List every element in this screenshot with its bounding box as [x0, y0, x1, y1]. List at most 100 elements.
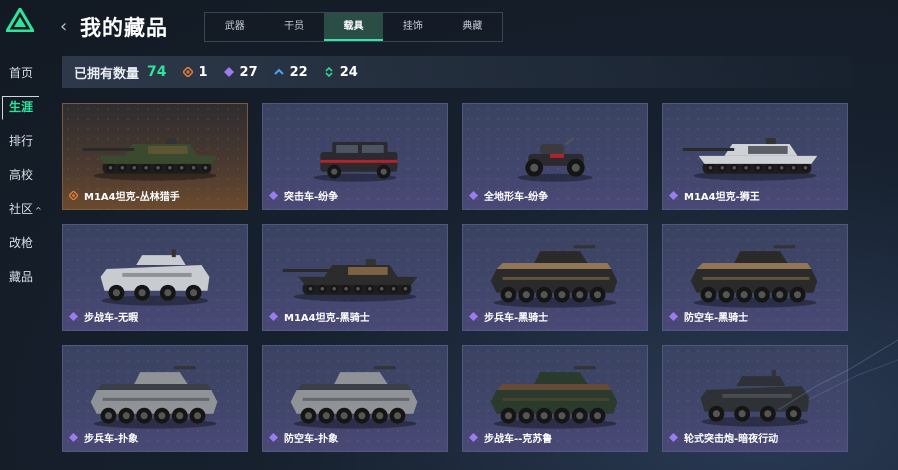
blue-chevron-icon [273, 68, 284, 75]
purple-diamond-icon [669, 191, 678, 200]
vehicle-label: 步战车-无暇 [69, 309, 138, 324]
vehicle-label: M1A4坦克-黑骑士 [269, 309, 370, 324]
vehicle-name: M1A4坦克-黑骑士 [284, 313, 370, 324]
rarity-count-value: 1 [198, 64, 208, 80]
rarity-count-value: 24 [339, 64, 358, 80]
purple-diamond-icon [69, 433, 78, 442]
tab-operators[interactable]: 干员 [264, 13, 323, 41]
vehicle-name: M1A4坦克-狮王 [684, 192, 760, 203]
vehicle-name: 防空车-黑骑士 [684, 313, 749, 324]
vehicle-card[interactable]: 步战车--克苏鲁 [462, 345, 648, 452]
purple-diamond-icon [669, 433, 678, 442]
chevron-left-icon[interactable]: ‹ [60, 16, 67, 37]
chevron-up-icon: ^ [35, 206, 42, 215]
purple-diamond-icon [469, 191, 478, 200]
purple-diamond-icon [269, 433, 278, 442]
vehicle-image [700, 370, 810, 427]
rarity-count-value: 22 [289, 64, 308, 80]
vehicle-name: 步兵车-扑象 [84, 434, 139, 445]
orange-diamond-icon [69, 191, 78, 200]
vehicle-name: 防空车-扑象 [284, 434, 339, 445]
vehicle-label: 防空车-黑骑士 [669, 309, 748, 324]
vehicle-label: 全地形车-纷争 [469, 188, 548, 203]
purple-diamond-icon [69, 312, 78, 321]
sidebar-item-collection[interactable]: 藏品 [0, 264, 44, 290]
vehicle-name: 步战车-无暇 [84, 313, 139, 324]
rarity-count-value: 27 [239, 64, 258, 80]
rarity-count-blue: 22 [273, 64, 308, 80]
vehicle-image [517, 137, 593, 182]
rarity-count-orange: 1 [182, 64, 208, 80]
vehicle-name: 步战车--克苏鲁 [484, 434, 553, 445]
sidebar-item-label: 藏品 [9, 270, 34, 284]
vehicle-label: 防空车-扑象 [269, 430, 338, 445]
owned-count-label: 已拥有数量 [74, 66, 140, 82]
vehicle-name: 突击车-纷争 [284, 192, 339, 203]
purple-diamond-icon [269, 312, 278, 321]
vehicle-name: 全地形车-纷争 [484, 192, 549, 203]
vehicle-label: 轮式突击炮-暗夜行动 [669, 430, 778, 445]
vehicle-image [690, 245, 818, 308]
sidebar-item-university[interactable]: 高校 [0, 162, 44, 188]
sidebar-item-home[interactable]: 首页 [0, 60, 44, 86]
tab-vehicles[interactable]: 载具 [323, 13, 384, 41]
sidebar-item-label: 生涯 [9, 100, 34, 114]
sidebar-nav: 首页 生涯 排行 高校 社区 ^ 改枪 藏品 [0, 60, 44, 298]
vehicle-image [290, 366, 418, 429]
sidebar-item-label: 排行 [9, 134, 34, 148]
purple-diamond-icon [469, 433, 478, 442]
orange-diamond-icon [182, 67, 193, 77]
sidebar-item-career[interactable]: 生涯 [0, 94, 44, 120]
vehicle-card[interactable]: 步兵车-扑象 [62, 345, 248, 452]
vehicle-name: 轮式突击炮-暗夜行动 [684, 434, 779, 445]
purple-diamond-icon [223, 67, 234, 77]
vehicle-card[interactable]: M1A4坦克-丛林猎手 [62, 103, 248, 210]
app-logo-icon[interactable] [6, 8, 34, 32]
vehicle-card[interactable]: 防空车-黑骑士 [662, 224, 848, 331]
tab-weapons[interactable]: 武器 [205, 13, 264, 41]
vehicle-card[interactable]: 轮式突击炮-暗夜行动 [662, 345, 848, 452]
vehicle-image [100, 249, 210, 306]
vehicle-image [682, 138, 818, 181]
purple-diamond-icon [469, 312, 478, 321]
tab-charms[interactable]: 挂饰 [383, 13, 442, 41]
vehicle-image [82, 138, 218, 181]
page-title: 我的藏品 [80, 16, 168, 40]
vehicle-label: M1A4坦克-狮王 [669, 188, 760, 203]
vehicle-label: 突击车-纷争 [269, 188, 338, 203]
sidebar-item-label: 社区 [9, 202, 34, 216]
vehicle-card[interactable]: M1A4坦克-黑骑士 [262, 224, 448, 331]
vehicle-label: M1A4坦克-丛林猎手 [69, 188, 180, 203]
purple-diamond-icon [669, 312, 678, 321]
rarity-count-purple: 27 [223, 64, 258, 80]
vehicle-label: 步兵车-黑骑士 [469, 309, 548, 324]
green-arrows-icon [325, 67, 333, 77]
owned-count-bar: 已拥有数量 74 1 27 22 24 [62, 56, 851, 88]
vehicle-grid: M1A4坦克-丛林猎手 突击车-纷争 全地形车-纷争 M1A4坦克-狮王 步战车… [62, 103, 850, 452]
owned-count-total: 74 [147, 64, 167, 80]
vehicle-name: 步兵车-黑骑士 [484, 313, 549, 324]
sidebar-item-ranking[interactable]: 排行 [0, 128, 44, 154]
category-tabs: 武器 干员 载具 挂饰 典藏 [204, 12, 503, 42]
vehicle-card[interactable]: 突击车-纷争 [262, 103, 448, 210]
vehicle-card[interactable]: 步战车-无暇 [62, 224, 248, 331]
vehicle-name: M1A4坦克-丛林猎手 [84, 192, 180, 203]
vehicle-image [282, 259, 418, 302]
vehicle-card[interactable]: 步兵车-黑骑士 [462, 224, 648, 331]
sidebar-item-community[interactable]: 社区 ^ [0, 196, 44, 222]
sidebar-item-label: 高校 [9, 168, 34, 182]
rarity-count-green: 24 [324, 65, 358, 80]
sidebar-item-label: 首页 [9, 66, 34, 80]
vehicle-image [313, 142, 398, 182]
vehicle-label: 步兵车-扑象 [69, 430, 138, 445]
tab-collector[interactable]: 典藏 [443, 13, 502, 41]
vehicle-card[interactable]: M1A4坦克-狮王 [662, 103, 848, 210]
vehicle-card[interactable]: 全地形车-纷争 [462, 103, 648, 210]
purple-diamond-icon [269, 191, 278, 200]
vehicle-image [490, 245, 618, 308]
sidebar-item-gunsmith[interactable]: 改枪 [0, 230, 44, 256]
vehicle-image [490, 366, 618, 429]
sidebar-item-label: 改枪 [9, 236, 34, 250]
vehicle-label: 步战车--克苏鲁 [469, 430, 552, 445]
vehicle-card[interactable]: 防空车-扑象 [262, 345, 448, 452]
